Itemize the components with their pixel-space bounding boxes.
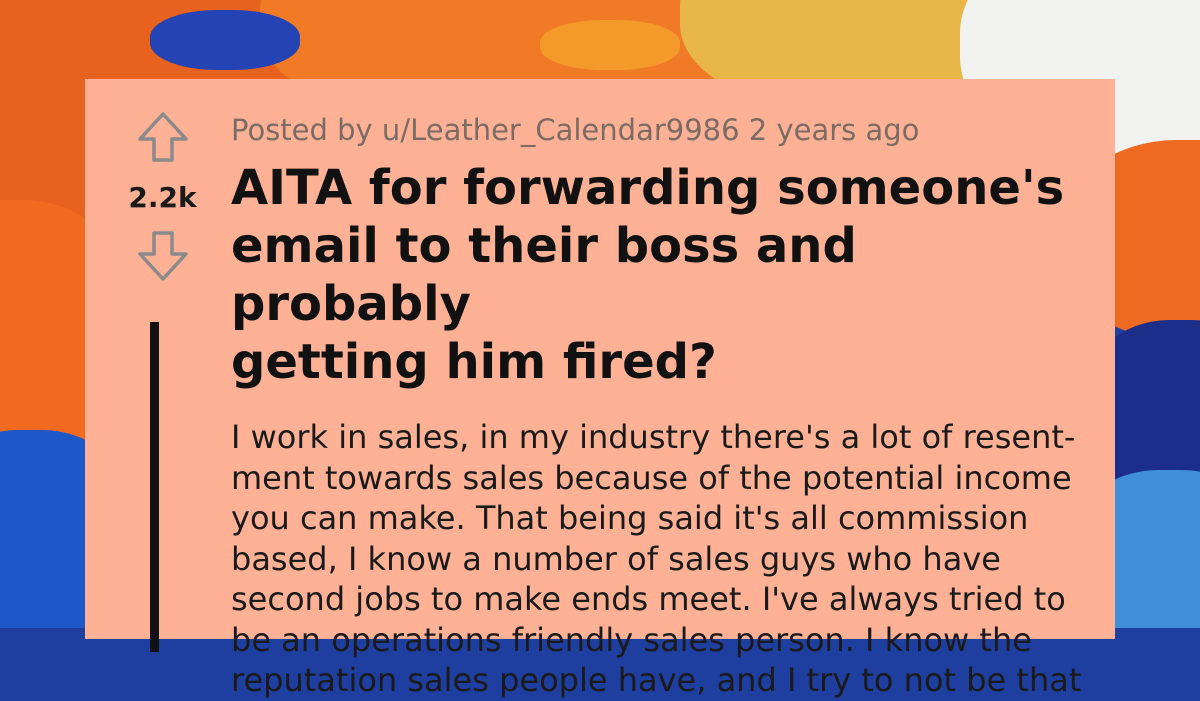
post-body-line: reputation sales people have, and I try … [231,661,1082,699]
post-content: Posted by u/Leather_Calendar9986 2 years… [231,109,1101,701]
post-card: 2.2k Posted by u/Leather_Calendar9986 2 … [85,79,1115,699]
downvote-arrow-icon[interactable] [135,228,191,284]
post-title-line: AITA for forwarding someone's [231,160,1065,216]
vote-score: 2.2k [128,181,197,214]
thread-line[interactable] [150,322,159,652]
post-body: I work in sales, in my industry there's … [231,417,1101,701]
post-title-line: getting him fired? [231,334,717,390]
upvote-arrow-icon[interactable] [135,109,191,165]
post-title[interactable]: AITA for forwarding someone's email to t… [231,159,1101,391]
post-body-line: ment towards sales because of the potent… [231,458,1072,497]
post-body-line: you can make. That being said it's all c… [231,499,1029,537]
post-meta: Posted by u/Leather_Calendar9986 2 years… [231,113,920,147]
post-body-line: second jobs to make ends meet. I've alwa… [231,580,1066,618]
post-title-line: email to their boss and probably [231,218,857,332]
post-body-line: based, I know a number of sales guys who… [231,539,1001,578]
post-body-line: I work in sales, in my industry there's … [231,418,1076,456]
vote-column: 2.2k [115,109,210,284]
post-body-line: be an operations friendly sales person. … [231,620,1032,659]
